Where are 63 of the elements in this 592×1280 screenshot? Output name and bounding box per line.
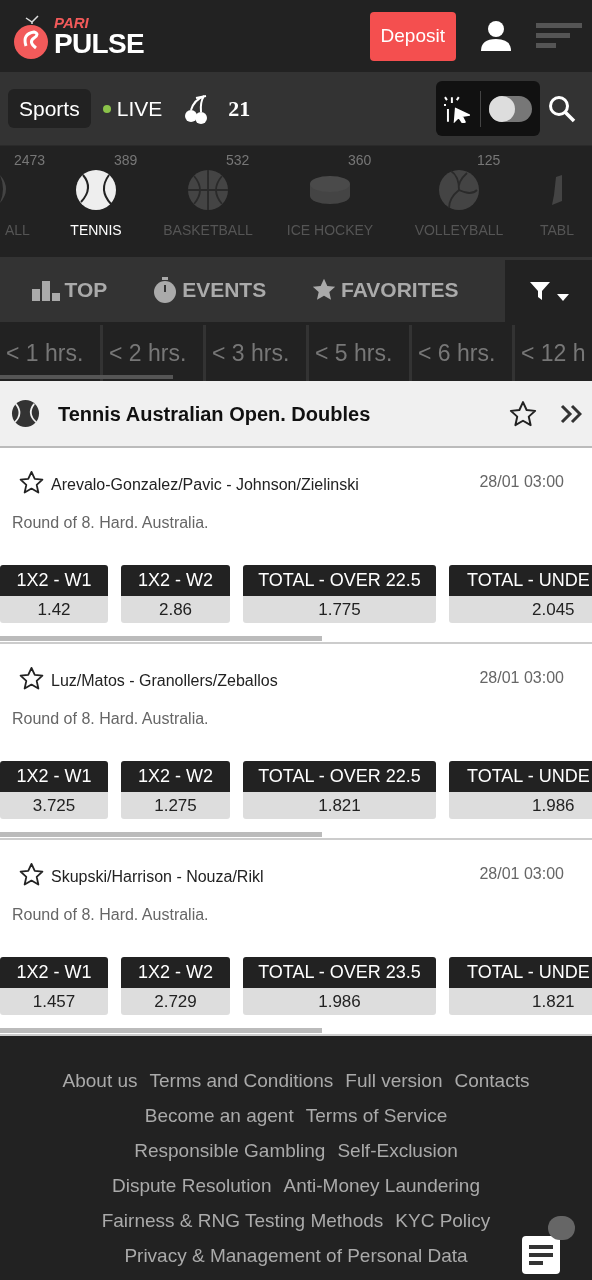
footer-link[interactable]: Contacts	[454, 1068, 530, 1094]
time-filter[interactable]: < 3 hrs.	[206, 325, 306, 381]
footer-link[interactable]: Fairness & RNG Testing Methods	[101, 1208, 384, 1234]
time-filter[interactable]: < 2 hrs.	[103, 325, 203, 381]
sport-tab[interactable]: TENNIS	[70, 220, 122, 241]
logo-text: PULSE	[54, 29, 144, 58]
event-count: 532	[226, 151, 250, 170]
event-count: 125	[477, 151, 501, 170]
league-title: Tennis Australian Open. Doubles	[58, 401, 372, 427]
star-icon[interactable]	[18, 665, 45, 692]
footer-link[interactable]: Full version	[345, 1068, 443, 1094]
match-time: 28/01 03:00	[479, 864, 564, 884]
match-time: 28/01 03:00	[479, 472, 564, 492]
filter-tab[interactable]: TOP	[64, 273, 108, 306]
time-filter[interactable]: < 1 hrs.	[0, 325, 100, 381]
live-tab[interactable]: LIVE	[116, 92, 163, 125]
footer-link[interactable]: KYC Policy	[395, 1208, 491, 1234]
sports-tab[interactable]: Sports	[8, 88, 91, 129]
tennis-ball-icon	[11, 399, 40, 428]
time-filter[interactable]: < 12 h	[515, 325, 592, 381]
search-icon[interactable]	[548, 94, 576, 123]
filter-tab[interactable]: FAVORITES	[341, 273, 459, 306]
betslip-button[interactable]	[522, 1236, 560, 1274]
event-count: 2473	[14, 151, 46, 170]
footer-link[interactable]: Terms and Conditions	[149, 1068, 334, 1094]
time-filter[interactable]: < 6 hrs.	[412, 325, 512, 381]
match-teams[interactable]: Arevalo-Gonzalez/Pavic - Johnson/Zielinski	[51, 473, 480, 497]
match-info: Round of 8. Hard. Australia.	[11, 709, 209, 729]
footer-link[interactable]: Self-Exclusion	[337, 1138, 458, 1164]
cherries-icon[interactable]	[184, 93, 209, 124]
basketball-icon	[186, 168, 230, 212]
filter-tab[interactable]: EVENTS	[182, 273, 267, 306]
event-count: 389	[114, 151, 138, 170]
footer-link[interactable]: Dispute Resolution	[112, 1173, 272, 1199]
footer-link[interactable]: Terms of Service	[305, 1103, 448, 1129]
toggle-switch[interactable]	[488, 95, 532, 122]
stopwatch-icon	[152, 276, 179, 303]
footer-link[interactable]: Anti-Money Laundering	[283, 1173, 480, 1199]
star-icon[interactable]	[18, 861, 45, 888]
tennis-ball-icon	[74, 168, 118, 212]
event-count: 360	[348, 151, 372, 170]
blackjack-tab[interactable]: 21	[228, 92, 251, 125]
volleyball-icon	[437, 168, 481, 212]
match-teams[interactable]: Skupski/Harrison - Nouza/Rikl	[51, 865, 480, 889]
tap-icon[interactable]	[444, 94, 470, 123]
caret-icon	[556, 293, 569, 301]
user-icon[interactable]	[480, 20, 512, 52]
footer-link[interactable]: Become an agent	[144, 1103, 294, 1129]
filter-button[interactable]	[505, 260, 592, 322]
footer-link[interactable]: About us	[62, 1068, 138, 1094]
double-chevron-icon[interactable]	[560, 403, 582, 424]
filter-icon	[528, 280, 551, 302]
match-info: Round of 8. Hard. Australia.	[11, 905, 209, 925]
time-filter[interactable]: < 5 hrs.	[309, 325, 409, 381]
footer-link[interactable]: Privacy & Management of Personal Data	[124, 1243, 468, 1269]
star-icon[interactable]	[508, 398, 538, 429]
match-time: 28/01 03:00	[479, 668, 564, 688]
match-info: Round of 8. Hard. Australia.	[11, 513, 209, 533]
footer-link[interactable]: Responsible Gambling	[134, 1138, 326, 1164]
match-teams[interactable]: Luz/Matos - Granollers/Zeballos	[51, 669, 480, 693]
bar-chart-icon	[32, 278, 61, 301]
logo-text: PARI	[54, 14, 90, 30]
star-icon[interactable]	[18, 469, 45, 496]
